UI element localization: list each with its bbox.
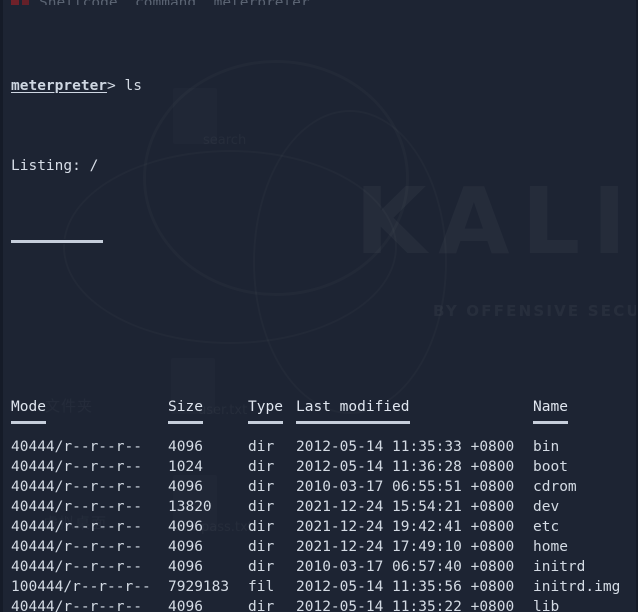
file-name: cdrom (533, 479, 577, 495)
entered-command: ls (124, 78, 142, 94)
table-row: 40444/r--r--r-- 4096 dir 2021-12-24 17:49:1… (11, 537, 620, 557)
file-type: fil (248, 579, 275, 595)
column-header-name: Name (533, 397, 620, 424)
table-header-row: Mode Size Type Last modified Name (11, 397, 620, 424)
table-body: 40444/r--r--r-- 4096 dir 2012-05-14 11:35:3… (11, 437, 620, 612)
listing-underline (11, 239, 103, 244)
file-mode: 40444/r--r--r-- (11, 539, 142, 555)
file-last-modified: 2010-03-17 06:57:40 +0800 (296, 559, 515, 575)
file-type: dir (248, 499, 275, 515)
file-last-modified: 2012-05-14 11:36:28 +0800 (296, 459, 515, 475)
table-row: 40444/r--r--r-- 4096 dir 2021-12-24 19:42:4… (11, 517, 620, 537)
column-header-size: Size (168, 397, 248, 424)
file-type: dir (248, 539, 275, 555)
prompt-chevron: > (107, 78, 125, 94)
file-name: bin (533, 439, 560, 455)
file-last-modified: 2010-03-17 06:55:51 +0800 (296, 479, 515, 495)
header-gap-row (11, 417, 620, 437)
file-size: 4096 (168, 599, 203, 612)
file-type: dir (248, 519, 275, 535)
file-type: dir (248, 459, 275, 475)
file-mode: 40444/r--r--r-- (11, 439, 142, 455)
prompt-line: meterpreter> ls (11, 60, 636, 96)
file-last-modified: 2012-05-14 11:35:22 +0800 (296, 599, 515, 612)
file-mode: 40444/r--r--r-- (11, 559, 142, 575)
table-row: 40444/r--r--r-- 1024 dir 2012-05-14 11:36:2… (11, 457, 620, 477)
table-row: 40444/r--r--r-- 4096 dir 2010-03-17 06:57:4… (11, 557, 620, 577)
file-size: 7929183 (168, 579, 230, 595)
file-size: 1024 (168, 459, 203, 475)
clipped-title-label: Shellcode command meterpreter (39, 0, 310, 5)
file-last-modified: 2012-05-14 11:35:56 +0800 (296, 579, 515, 595)
table-row: 40444/r--r--r-- 4096 dir 2010-03-17 06:55:5… (11, 477, 620, 497)
file-last-modified: 2021-12-24 15:54:21 +0800 (296, 499, 515, 515)
column-header-mode: Mode (11, 397, 168, 424)
column-header-size-label: Size (168, 399, 203, 424)
file-mode: 100444/r--r--r-- (11, 579, 151, 595)
column-header-last-modified: Last modified (296, 397, 533, 424)
file-mode: 40444/r--r--r-- (11, 599, 142, 612)
file-mode: 40444/r--r--r-- (11, 479, 142, 495)
file-last-modified: 2021-12-24 19:42:41 +0800 (296, 519, 515, 535)
terminal-screen[interactable]: meterpreter> ls Listing: / Mode Size Typ… (3, 0, 636, 612)
file-name: initrd (533, 559, 586, 575)
table-row: 40444/r--r--r-- 4096 dir 2012-05-14 11:35:3… (11, 437, 620, 457)
file-name: lib (533, 599, 560, 612)
table-row: 100444/r--r--r-- 7929183 fil 2012-05-14 11:… (11, 577, 620, 597)
file-mode: 40444/r--r--r-- (11, 499, 142, 515)
red-square-icon (11, 0, 19, 5)
file-type: dir (248, 479, 275, 495)
directory-listing-table: Mode Size Type Last modified Name 40444/… (11, 397, 620, 612)
column-header-name-label: Name (533, 399, 568, 424)
file-size: 4096 (168, 439, 203, 455)
header-gap-cell (11, 417, 620, 437)
file-size: 4096 (168, 539, 203, 555)
file-size: 4096 (168, 519, 203, 535)
file-name: initrd.img (533, 579, 621, 595)
file-name: boot (533, 459, 568, 475)
file-name: home (533, 539, 568, 555)
file-mode: 40444/r--r--r-- (11, 459, 142, 475)
file-last-modified: 2021-12-24 17:49:10 +0800 (296, 539, 515, 555)
listing-path-label: Listing: / (11, 158, 99, 174)
file-name: etc (533, 519, 560, 535)
file-mode: 40444/r--r--r-- (11, 519, 142, 535)
column-header-mode-label: Mode (11, 399, 46, 424)
red-square-icon (22, 0, 29, 5)
table-header: Mode Size Type Last modified Name (11, 397, 620, 437)
column-header-type: Type (248, 397, 296, 424)
file-size: 13820 (168, 499, 212, 515)
file-size: 4096 (168, 559, 203, 575)
table-row: 40444/r--r--r-- 4096 dir 2012-05-14 11:35:2… (11, 597, 620, 612)
column-header-type-label: Type (248, 399, 283, 424)
file-type: dir (248, 599, 275, 612)
file-size: 4096 (168, 479, 203, 495)
column-header-last-modified-label: Last modified (296, 399, 410, 424)
file-last-modified: 2012-05-14 11:35:33 +0800 (296, 439, 515, 455)
file-name: dev (533, 499, 560, 515)
terminal-window[interactable]: search user.txt pass.txt KALI BY OFFENSI… (0, 0, 638, 612)
file-type: dir (248, 559, 275, 575)
prompt-username: meterpreter (11, 78, 108, 94)
table-row: 40444/r--r--r-- 13820 dir 2021-12-24 15:54:… (11, 497, 620, 517)
clipped-titlebar-text: Shellcode command meterpreter (11, 0, 310, 5)
file-type: dir (248, 439, 275, 455)
